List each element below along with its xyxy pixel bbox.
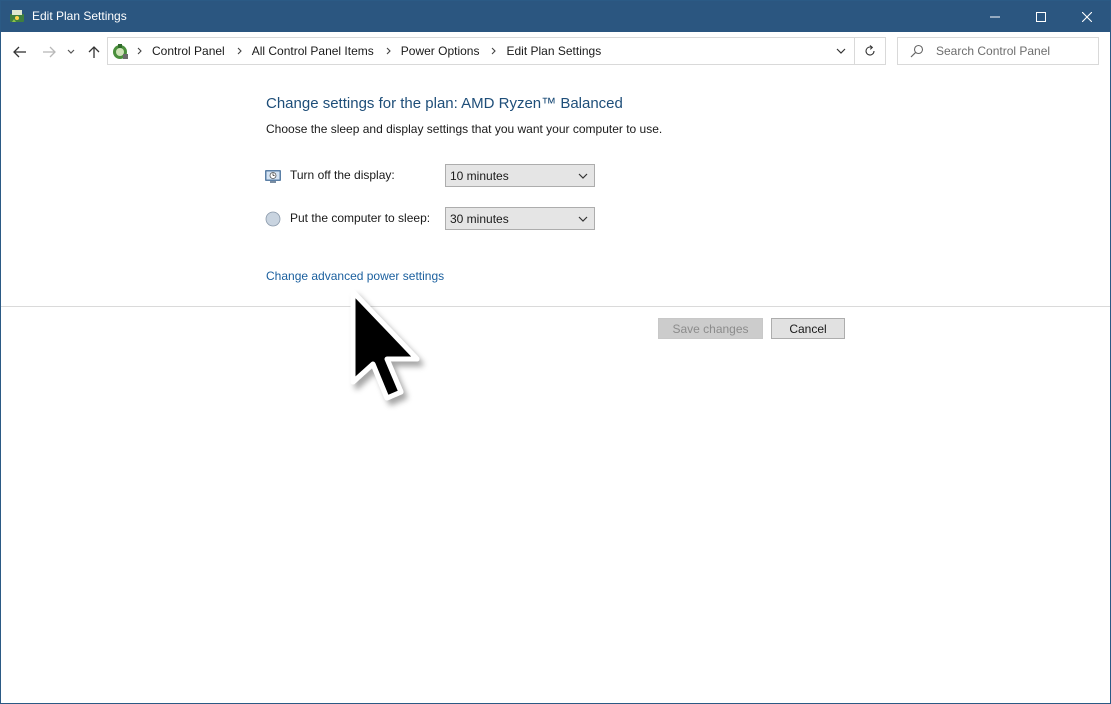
chevron-down-icon <box>578 216 588 222</box>
address-history-button[interactable] <box>830 38 852 64</box>
moon-icon <box>265 211 281 227</box>
chevron-right-icon[interactable] <box>486 43 502 59</box>
monitor-icon <box>265 170 281 183</box>
arrow-left-icon <box>13 46 26 58</box>
back-button[interactable] <box>10 42 30 62</box>
maximize-icon <box>1036 11 1046 22</box>
sleep-timeout-select[interactable]: 30 minutes <box>445 207 595 230</box>
chevron-down-icon <box>578 173 588 179</box>
search-icon <box>910 44 924 58</box>
navigation-bar: Control Panel All Control Panel Items Po… <box>1 32 1110 72</box>
breadcrumb-control-panel[interactable]: Control Panel <box>148 44 232 58</box>
breadcrumb-edit-plan-settings[interactable]: Edit Plan Settings <box>502 44 608 58</box>
power-options-icon <box>10 10 24 22</box>
page-title: Change settings for the plan: AMD Ryzen™… <box>266 95 623 112</box>
divider <box>1 306 1110 307</box>
control-panel-icon <box>113 44 128 59</box>
recent-locations-button[interactable] <box>64 42 78 62</box>
breadcrumb-power-options[interactable]: Power Options <box>397 44 487 58</box>
chevron-down-icon <box>836 48 846 54</box>
minimize-button[interactable] <box>972 1 1018 32</box>
breadcrumb-all-control-panel-items[interactable]: All Control Panel Items <box>248 44 381 58</box>
search-box[interactable] <box>897 37 1099 65</box>
close-button[interactable] <box>1064 1 1110 32</box>
cancel-button[interactable]: Cancel <box>771 318 845 339</box>
arrow-up-icon <box>88 46 100 58</box>
close-icon <box>1082 11 1092 22</box>
display-setting-label: Turn off the display: <box>290 168 395 182</box>
chevron-right-icon[interactable] <box>232 43 248 59</box>
refresh-icon <box>865 45 875 56</box>
sleep-setting-label: Put the computer to sleep: <box>290 211 431 225</box>
forward-button[interactable] <box>39 42 59 62</box>
chevron-right-icon[interactable] <box>381 43 397 59</box>
advanced-power-settings-link[interactable]: Change advanced power settings <box>266 269 444 283</box>
refresh-button[interactable] <box>854 38 885 64</box>
window-title: Edit Plan Settings <box>32 9 127 23</box>
sleep-timeout-value: 30 minutes <box>450 212 509 226</box>
arrow-right-icon <box>43 46 56 58</box>
minimize-icon <box>990 16 1000 17</box>
address-bar[interactable]: Control Panel All Control Panel Items Po… <box>107 37 886 65</box>
chevron-right-icon[interactable] <box>132 43 148 59</box>
display-timeout-value: 10 minutes <box>450 169 509 183</box>
page-description: Choose the sleep and display settings th… <box>266 122 663 136</box>
display-timeout-select[interactable]: 10 minutes <box>445 164 595 187</box>
mouse-pointer-icon <box>350 289 420 401</box>
up-button[interactable] <box>84 42 104 62</box>
save-changes-button[interactable]: Save changes <box>658 318 763 339</box>
search-input[interactable] <box>936 41 1092 61</box>
maximize-button[interactable] <box>1018 1 1064 32</box>
chevron-down-icon <box>67 49 75 54</box>
edit-plan-settings-window: Edit Plan Settings Control Panel All Con… <box>0 0 1111 704</box>
title-bar[interactable]: Edit Plan Settings <box>1 1 1110 32</box>
breadcrumb: Control Panel All Control Panel Items Po… <box>132 38 608 64</box>
